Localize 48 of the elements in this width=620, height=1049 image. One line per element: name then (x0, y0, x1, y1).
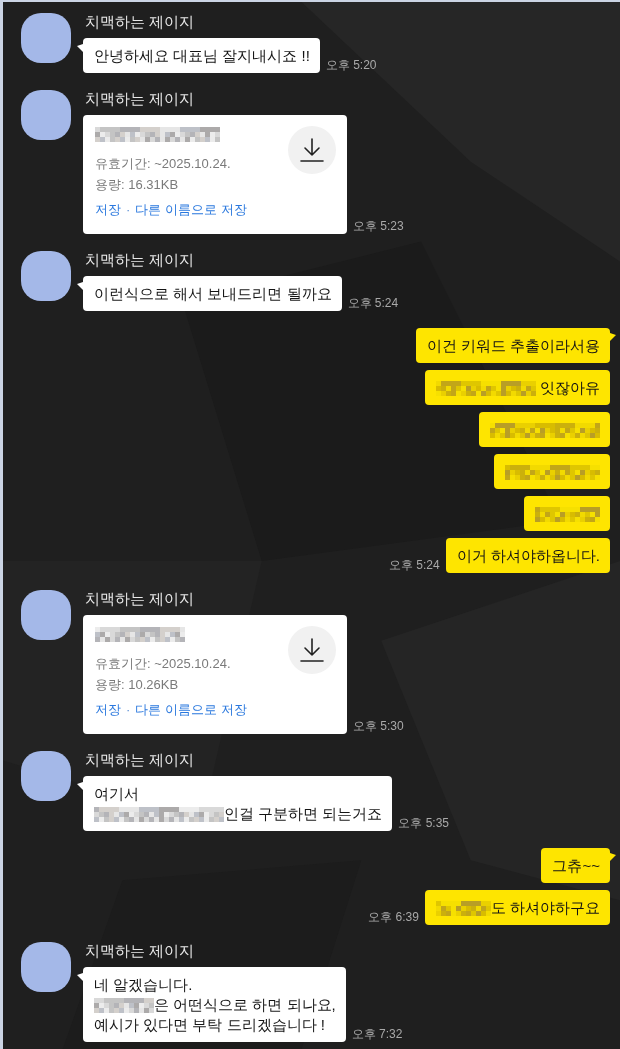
message-text: 이런식으로 해서 보내드리면 될까요 (94, 284, 332, 304)
message-text: 여기서 (94, 784, 139, 804)
sender-name: 치맥하는 제이지 (84, 12, 196, 32)
pixelated-redaction (94, 997, 154, 1013)
message-text: 이거 하셔야하옵니다. (456, 546, 600, 566)
message-time: 오후 5:24 (388, 557, 440, 573)
message-time: 오후 7:32 (351, 1026, 403, 1042)
file-action-link[interactable]: 다른 이름으로 저장 (135, 200, 247, 220)
message-text: 네 알겠습니다. (94, 975, 193, 995)
message-time: 오후 6:39 (368, 909, 419, 925)
message-text: 잇잖아유 (539, 378, 600, 398)
message-time: 오후 5:23 (353, 218, 404, 234)
file-size-text: 용량: 16.31KB (95, 176, 180, 194)
avatar[interactable] (21, 251, 71, 301)
file-expiry-text: 유효기간: ~2025.10.24. (95, 655, 232, 673)
avatar[interactable] (21, 751, 71, 801)
download-icon (300, 638, 324, 662)
file-action-link[interactable]: 저장 (95, 700, 121, 720)
sender-name: 치맥하는 제이지 (84, 750, 196, 770)
sender-name: 치맥하는 제이지 (84, 250, 196, 270)
message-time: 오후 5:20 (325, 57, 377, 73)
message-text: 인걸 구분하면 되는거죠 (224, 804, 383, 824)
file-action-link[interactable]: 저장 (95, 200, 121, 220)
message-text: 그츄~~ (552, 856, 600, 876)
message-time: 오후 5:35 (398, 815, 450, 831)
pixelated-redaction (535, 506, 600, 522)
message-text: 은 어떤식으로 하면 되나요, (154, 995, 336, 1015)
message-text: 이건 키워드 추출이라서용 (426, 336, 600, 356)
sender-name: 치맥하는 제이지 (84, 89, 196, 109)
avatar[interactable] (21, 13, 71, 63)
message-text: 안녕하세요 대표님 잘지내시죠 !! (94, 46, 310, 66)
message-time: 오후 5:24 (347, 295, 399, 311)
download-button[interactable] (288, 626, 336, 674)
message-text: 도 하셔야하구요 (490, 898, 600, 918)
pixelated-redaction (435, 900, 491, 916)
download-button[interactable] (288, 126, 336, 174)
separator-dot: · (126, 201, 131, 219)
separator-dot: · (126, 701, 131, 719)
message-text: 예시가 있다면 부탁 드리겠습니다 ! (94, 1015, 325, 1035)
sender-name: 치맥하는 제이지 (84, 589, 196, 609)
avatar[interactable] (21, 90, 71, 140)
file-size-text: 용량: 10.26KB (95, 676, 180, 694)
avatar[interactable] (21, 942, 71, 992)
message-time: 오후 5:30 (353, 718, 404, 734)
sender-name: 치맥하는 제이지 (84, 941, 196, 961)
download-icon (300, 138, 324, 162)
file-expiry-text: 유효기간: ~2025.10.24. (95, 155, 232, 173)
file-action-link[interactable]: 다른 이름으로 저장 (135, 700, 247, 720)
